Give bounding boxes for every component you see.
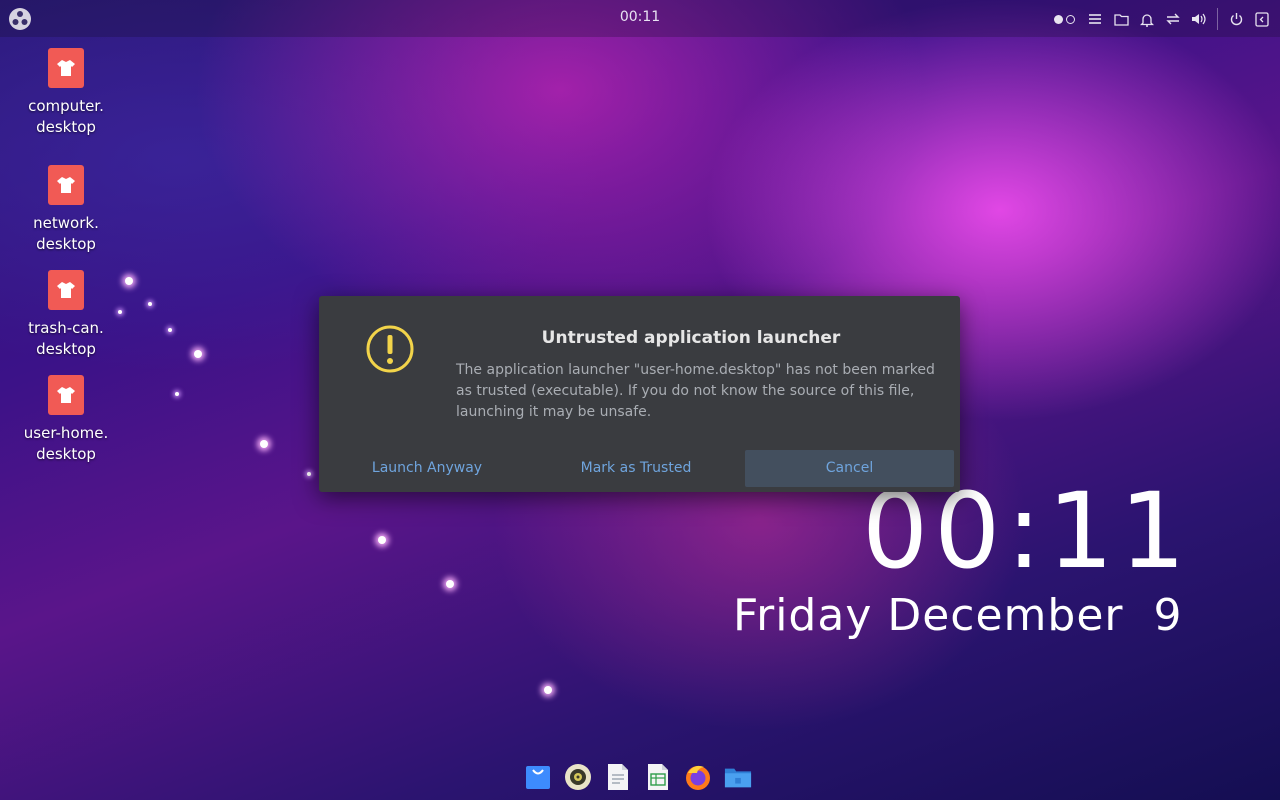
- dock: [524, 762, 752, 794]
- desktop-icon-label: network. desktop: [16, 213, 116, 255]
- launcher-icon[interactable]: [8, 7, 32, 31]
- tray-separator: [1217, 8, 1218, 30]
- label-line: desktop: [36, 118, 96, 136]
- label-line: desktop: [36, 445, 96, 463]
- warning-icon: [365, 324, 415, 374]
- top-panel: 00:11: [0, 0, 1280, 37]
- bell-icon[interactable]: [1139, 11, 1155, 27]
- desktop-icon-trash-can[interactable]: trash-can. desktop: [16, 270, 116, 360]
- untrusted-launcher-dialog: Untrusted application launcher The appli…: [319, 296, 960, 492]
- launcher-file-icon: [48, 270, 84, 310]
- volume-icon[interactable]: [1191, 11, 1207, 27]
- launcher-file-icon: [48, 48, 84, 88]
- launch-anyway-button[interactable]: Launch Anyway: [325, 450, 529, 487]
- dialog-title: Untrusted application launcher: [541, 328, 841, 348]
- desktop-icon-user-home[interactable]: user-home. desktop: [16, 375, 116, 465]
- desktop-icon-label: trash-can. desktop: [16, 318, 116, 360]
- label-line: computer.: [28, 97, 104, 115]
- launcher-file-icon: [48, 165, 84, 205]
- cancel-button[interactable]: Cancel: [745, 450, 954, 487]
- file-manager-icon[interactable]: [724, 762, 752, 792]
- desktop-clock-date: Friday December 9: [733, 590, 1183, 641]
- label-line: user-home.: [23, 424, 109, 442]
- desktop-icon-label: computer. desktop: [16, 96, 116, 138]
- label-line: desktop: [36, 235, 96, 253]
- power-icon[interactable]: [1228, 11, 1244, 27]
- launcher-file-icon: [48, 375, 84, 415]
- desktop-icon-network[interactable]: network. desktop: [16, 165, 116, 255]
- label-line: desktop: [36, 340, 96, 358]
- firefox-icon[interactable]: [684, 762, 712, 792]
- workspace-indicator[interactable]: [1054, 14, 1075, 24]
- dialog-message: The application launcher "user-home.desk…: [456, 362, 935, 420]
- label-line: network.: [33, 214, 99, 232]
- desktop-icon-label: user-home. desktop: [16, 423, 116, 465]
- software-store-icon[interactable]: [524, 762, 552, 792]
- mark-as-trusted-button[interactable]: Mark as Trusted: [533, 450, 739, 487]
- spreadsheet-icon[interactable]: [644, 762, 672, 792]
- network-icon[interactable]: [1165, 11, 1181, 27]
- label-line: trash-can.: [28, 319, 104, 337]
- sidebar-icon[interactable]: [1254, 11, 1270, 27]
- files-icon[interactable]: [1113, 11, 1129, 27]
- system-tray: [1054, 8, 1270, 30]
- panel-clock[interactable]: 00:11: [600, 9, 680, 25]
- text-editor-icon[interactable]: [604, 762, 632, 792]
- menu-icon[interactable]: [1087, 11, 1103, 27]
- music-player-icon[interactable]: [564, 762, 592, 792]
- desktop-icon-computer[interactable]: computer. desktop: [16, 48, 116, 138]
